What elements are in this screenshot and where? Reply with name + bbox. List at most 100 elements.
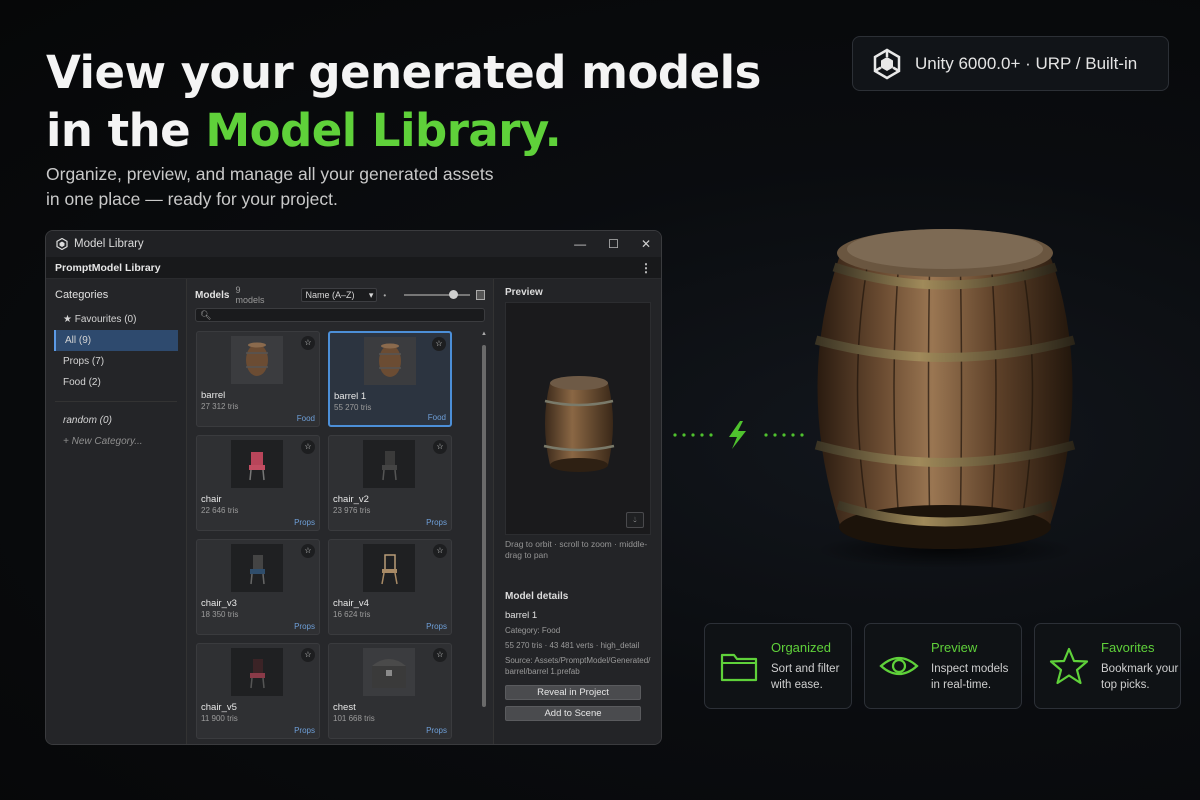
model-name: chair_v2: [333, 494, 369, 505]
model-thumbnail: [363, 440, 415, 488]
models-toolbar: Models 9 models Name (A–Z) •: [195, 285, 485, 305]
categories-heading: Categories: [55, 289, 109, 301]
preview-viewport[interactable]: 💧︎: [505, 302, 651, 535]
preview-panel: Preview 💧︎ Drag to orbit · scroll to zoo…: [493, 279, 661, 744]
close-icon[interactable]: ✕: [641, 237, 651, 251]
search-input[interactable]: 🔍︎: [195, 308, 485, 322]
minimize-icon[interactable]: —: [574, 237, 586, 251]
slider-track: [404, 294, 470, 296]
feature-line2: in real-time.: [931, 678, 992, 691]
model-tris: 27 312 tris: [201, 402, 239, 411]
small-size-icon: •: [383, 290, 387, 300]
chair-thumbnail-icon: [382, 451, 397, 481]
sort-dropdown[interactable]: Name (A–Z): [300, 288, 378, 302]
slider-knob[interactable]: [449, 290, 459, 299]
barrel-preview-image: [543, 376, 615, 472]
model-category: Food: [296, 414, 315, 423]
grid-view-icon[interactable]: [475, 290, 485, 300]
window-titlebar[interactable]: Model Library — ☐ ✕: [46, 231, 661, 257]
chair-thumbnail-icon: [381, 554, 398, 585]
feature-line2: top picks.: [1101, 678, 1150, 691]
barrel-hero-image: [814, 229, 1076, 568]
model-tris: 22 646 tris: [201, 506, 239, 515]
categories-sidebar: Categories ★ Favourites (0) All (9) Prop…: [46, 279, 187, 744]
model-card-chair[interactable]: ☆ chair 22 646 tris Props: [196, 435, 320, 531]
model-thumbnail: [231, 648, 283, 696]
sidebar-item-food[interactable]: Food (2): [46, 372, 186, 393]
feature-line1: Sort and filter: [771, 662, 840, 675]
favourite-star-icon[interactable]: ☆: [301, 544, 315, 558]
model-tris: 101 668 tris: [333, 714, 375, 723]
model-card-chair-v3[interactable]: ☆ chair_v3 18 350 tris Props: [196, 539, 320, 635]
chest-thumbnail-icon: [372, 659, 406, 688]
model-card-chair-v5[interactable]: ☆ chair_v5 11 900 tris Props: [196, 643, 320, 739]
more-options-icon[interactable]: ⋮: [640, 261, 652, 275]
model-name: barrel: [201, 390, 226, 401]
model-category: Props: [294, 518, 315, 527]
scroll-up-icon[interactable]: ▲: [480, 331, 488, 337]
model-name: chair_v4: [333, 598, 369, 609]
preview-hint: Drag to orbit · scroll to zoom · middle-…: [505, 539, 648, 560]
window-panes: Categories ★ Favourites (0) All (9) Prop…: [46, 279, 661, 744]
model-card-chair-v2[interactable]: ☆ chair_v2 23 976 tris Props: [328, 435, 452, 531]
favourite-star-icon[interactable]: ☆: [301, 440, 315, 454]
favourite-star-icon[interactable]: ☆: [433, 648, 447, 662]
sidebar-item-random[interactable]: random (0): [46, 410, 186, 431]
model-category: Food: [427, 413, 446, 422]
sidebar-item-favourites[interactable]: ★ Favourites (0): [46, 309, 186, 330]
feature-card-preview: Preview Inspect models in real-time.: [864, 623, 1022, 709]
model-thumbnail: [363, 648, 415, 696]
model-category: Props: [426, 622, 447, 631]
feature-title: Preview: [931, 639, 978, 655]
model-thumbnail: [363, 544, 415, 592]
badge-text: Unity 6000.0+ · URP / Built-in: [915, 53, 1138, 73]
barrel-thumbnail-icon: [246, 342, 268, 376]
model-name: chest: [333, 702, 356, 713]
favourite-star-icon[interactable]: ☆: [301, 648, 315, 662]
feature-line2: with ease.: [771, 678, 823, 691]
model-category: Props: [426, 518, 447, 527]
feature-line1: Inspect models: [931, 662, 1009, 675]
hero-subtitle-line2: in one place — ready for your project.: [46, 189, 338, 209]
sidebar-item-props[interactable]: Props (7): [46, 351, 186, 372]
folder-icon: [720, 653, 758, 682]
maximize-icon[interactable]: ☐: [608, 237, 619, 251]
unity-window-icon: [56, 238, 68, 250]
models-count: 9 models: [235, 285, 265, 305]
model-category: Props: [426, 726, 447, 735]
star-icon: [1049, 647, 1089, 685]
favourite-star-icon[interactable]: ☆: [432, 337, 446, 351]
favourite-star-icon[interactable]: ☆: [433, 544, 447, 558]
add-to-scene-button[interactable]: Add to Scene: [505, 706, 641, 721]
favourite-star-icon[interactable]: ☆: [433, 440, 447, 454]
details-category: Category: Food: [505, 626, 561, 635]
drop-icon[interactable]: 💧︎: [626, 512, 644, 528]
model-card-barrel[interactable]: ☆ barrel 27 312 tris Food: [196, 331, 320, 427]
scrollbar-thumb[interactable]: [482, 345, 486, 707]
connector-lightning-icon: [673, 421, 804, 449]
model-tris: 11 900 tris: [201, 714, 238, 723]
feature-title: Favorites: [1101, 639, 1155, 655]
chair-thumbnail-icon: [250, 555, 265, 585]
barrel-thumbnail-icon: [379, 343, 401, 377]
library-title: PromptModel Library: [55, 261, 161, 274]
model-card-chair-v4[interactable]: ☆ chair_v4 16 624 tris Props: [328, 539, 452, 635]
details-heading: Model details: [505, 591, 569, 602]
feature-title: Organized: [771, 639, 831, 655]
model-name: chair: [201, 494, 222, 505]
model-card-barrel-1[interactable]: ☆ barrel 1 55 270 tris Food: [328, 331, 452, 427]
model-library-window: Model Library — ☐ ✕ PromptModel Library …: [45, 230, 662, 745]
window-title: Model Library: [74, 238, 144, 250]
favourite-star-icon[interactable]: ☆: [301, 336, 315, 350]
model-card-chest[interactable]: ☆ chest 101 668 tris Props: [328, 643, 452, 739]
sidebar-item-all[interactable]: All (9): [54, 330, 178, 351]
search-icon: 🔍︎: [200, 310, 212, 320]
hero-title-line1: View your generated models: [46, 46, 761, 99]
reveal-in-project-button[interactable]: Reveal in Project: [505, 685, 641, 700]
new-category-button[interactable]: + New Category...: [46, 431, 186, 452]
thumbnail-size-slider[interactable]: [404, 288, 470, 302]
model-category: Props: [294, 622, 315, 631]
details-model-name: barrel 1: [505, 610, 538, 621]
feature-line1: Bookmark your: [1101, 662, 1179, 675]
models-scrollbar[interactable]: ▲ ▼: [480, 331, 488, 744]
